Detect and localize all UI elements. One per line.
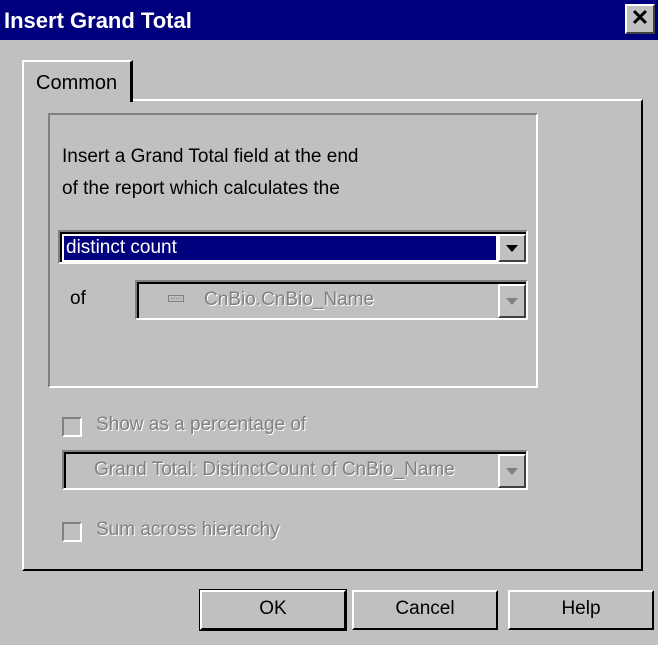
sum-across-hierarchy-label: Sum across hierarchy xyxy=(96,519,280,540)
help-button[interactable]: Help xyxy=(508,590,654,630)
sum-across-hierarchy-checkbox[interactable] xyxy=(62,522,82,542)
close-icon: ✕ xyxy=(630,5,650,30)
description-line-1: Insert a Grand Total field at the end xyxy=(62,146,359,167)
percentage-of-dropdown-button[interactable] xyxy=(498,454,526,488)
of-label: of xyxy=(70,288,86,309)
chevron-down-icon xyxy=(506,468,518,475)
calculation-select-value: distinct count xyxy=(64,236,496,260)
calculation-select[interactable]: distinct count xyxy=(58,230,528,264)
title-bar: Insert Grand Total ✕ xyxy=(0,0,658,40)
show-percentage-checkbox[interactable] xyxy=(62,417,82,437)
of-field-select[interactable]: CnBio.CnBio_Name xyxy=(135,280,528,320)
cancel-button[interactable]: Cancel xyxy=(352,590,498,630)
tab-common-label: Common xyxy=(36,72,118,94)
description-line-2: of the report which calculates the xyxy=(62,178,340,199)
close-button[interactable]: ✕ xyxy=(625,4,655,34)
of-field-value: CnBio.CnBio_Name xyxy=(204,289,375,310)
chevron-down-icon xyxy=(506,298,518,305)
tab-common[interactable]: Common xyxy=(22,60,133,102)
chevron-down-icon xyxy=(506,245,518,252)
insert-grand-total-dialog: Insert Grand Total ✕ Common Insert a Gra… xyxy=(0,0,658,645)
percentage-of-value: Grand Total: DistinctCount of CnBio_Name xyxy=(94,459,455,480)
show-percentage-label: Show as a percentage of xyxy=(96,414,307,435)
calculation-select-dropdown-button[interactable] xyxy=(498,234,526,262)
dialog-title: Insert Grand Total xyxy=(4,8,192,33)
ok-button[interactable]: OK xyxy=(199,589,347,631)
of-field-dropdown-button[interactable] xyxy=(498,284,526,318)
percentage-of-select[interactable]: Grand Total: DistinctCount of CnBio_Name xyxy=(62,450,528,490)
field-icon xyxy=(168,295,184,302)
